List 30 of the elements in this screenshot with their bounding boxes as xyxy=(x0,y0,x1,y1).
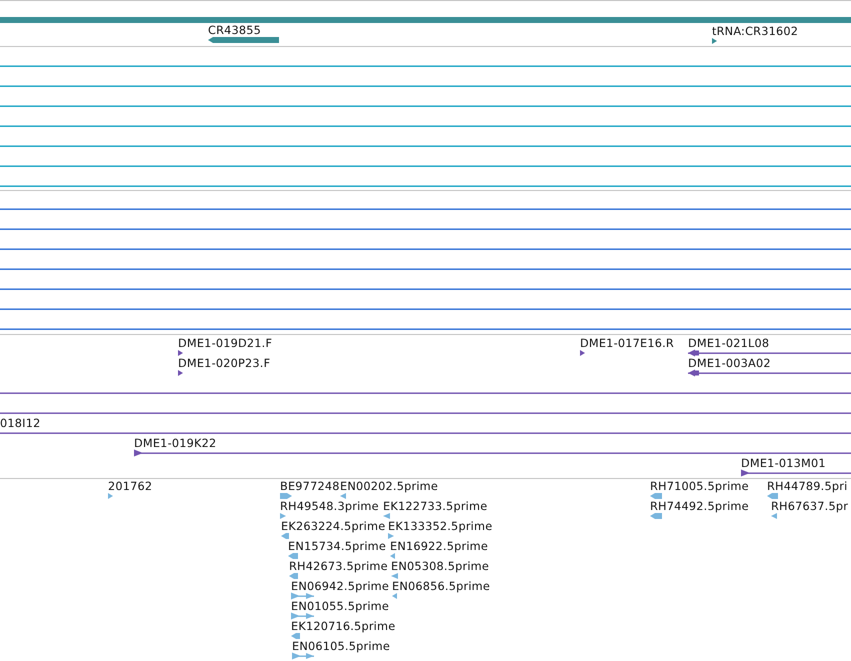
feature-label[interactable]: tRNA:CR31602 xyxy=(712,25,798,38)
feature-label[interactable]: EN01055.5prime xyxy=(291,600,390,613)
feature-label[interactable]: EN16922.5prime xyxy=(390,540,488,553)
feature-label[interactable]: DME1-017E16.R xyxy=(580,337,674,350)
feature-label[interactable]: DME1-013M01 xyxy=(741,457,826,470)
feature-label[interactable]: 201762 xyxy=(108,480,152,493)
feature-label[interactable]: RH49548.3prime xyxy=(280,500,379,513)
feature-label[interactable]: EN06105.5prime xyxy=(292,640,390,653)
feature-label[interactable]: RH71005.5prime xyxy=(650,480,749,493)
feature-label[interactable]: CR43855 xyxy=(208,24,262,37)
feature-label[interactable]: EN15734.5prime xyxy=(288,540,386,553)
feature-label[interactable]: EK133352.5prime xyxy=(388,520,492,533)
feature-label[interactable]: EN06856.5prime xyxy=(392,580,490,593)
feature-label[interactable]: DME1-020P23.F xyxy=(178,357,270,370)
feature-label[interactable]: EN06942.5prime xyxy=(291,580,390,593)
feature-label[interactable]: BE977248 xyxy=(280,480,340,493)
feature-label[interactable]: RH42673.5prime xyxy=(289,560,388,573)
feature-label[interactable]: DME1-003A02 xyxy=(688,357,771,370)
feature-label[interactable]: EN05308.5prime xyxy=(391,560,490,573)
feature-label[interactable]: EK263224.5prime xyxy=(281,520,386,533)
feature-label[interactable]: DME1-021L08 xyxy=(688,337,770,350)
feature-label[interactable]: EN00202.5prime xyxy=(340,480,438,493)
feature-label[interactable]: EK120716.5prime xyxy=(291,620,396,633)
feature-label[interactable]: 018I12 xyxy=(0,417,40,430)
feature-label[interactable]: RH44789.5pri xyxy=(767,480,848,493)
feature-label[interactable]: DME1-019D21.F xyxy=(178,337,272,350)
feature-label[interactable]: DME1-019K22 xyxy=(134,437,216,450)
feature-label[interactable]: RH67637.5pr xyxy=(771,500,848,513)
feature-label[interactable]: EK122733.5prime xyxy=(383,500,488,513)
feature-label[interactable]: RH74492.5prime xyxy=(650,500,749,513)
